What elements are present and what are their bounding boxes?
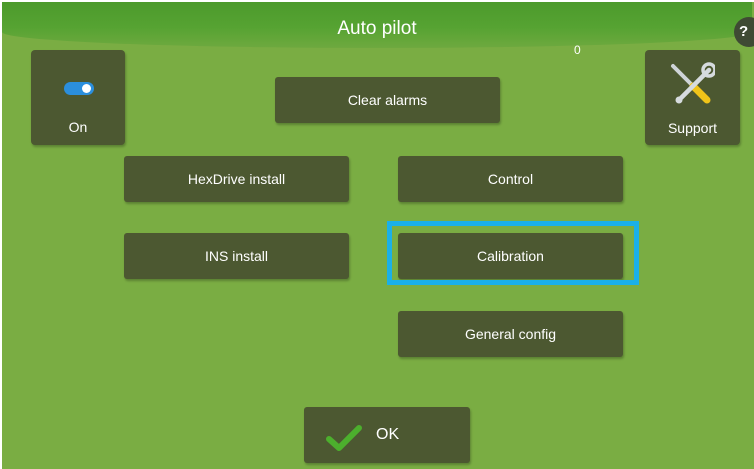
title-bar: Auto pilot xyxy=(2,2,752,48)
ins-install-button[interactable]: INS install xyxy=(124,233,349,279)
autopilot-screen: Auto pilot ? 0 On Support Clear alarms H… xyxy=(0,0,754,469)
hexdrive-install-button[interactable]: HexDrive install xyxy=(124,156,349,202)
toggle-label: On xyxy=(68,119,88,135)
toggle-switch[interactable] xyxy=(64,82,94,95)
selection-highlight xyxy=(387,221,639,285)
support-button[interactable]: Support xyxy=(645,50,740,145)
help-button[interactable]: ? xyxy=(734,17,754,47)
tools-icon xyxy=(671,62,715,104)
ok-button[interactable]: OK xyxy=(304,407,470,463)
ok-label: OK xyxy=(376,426,400,443)
support-label: Support xyxy=(667,120,718,136)
page-title: Auto pilot xyxy=(337,18,417,39)
autopilot-toggle-tile[interactable]: On xyxy=(31,50,125,145)
toggle-knob xyxy=(82,84,91,93)
counter-value: 0 xyxy=(574,43,581,57)
clear-alarms-button[interactable]: Clear alarms xyxy=(275,77,500,123)
general-config-button[interactable]: General config xyxy=(398,311,623,357)
checkmark-icon xyxy=(326,425,362,451)
control-button[interactable]: Control xyxy=(398,156,623,202)
